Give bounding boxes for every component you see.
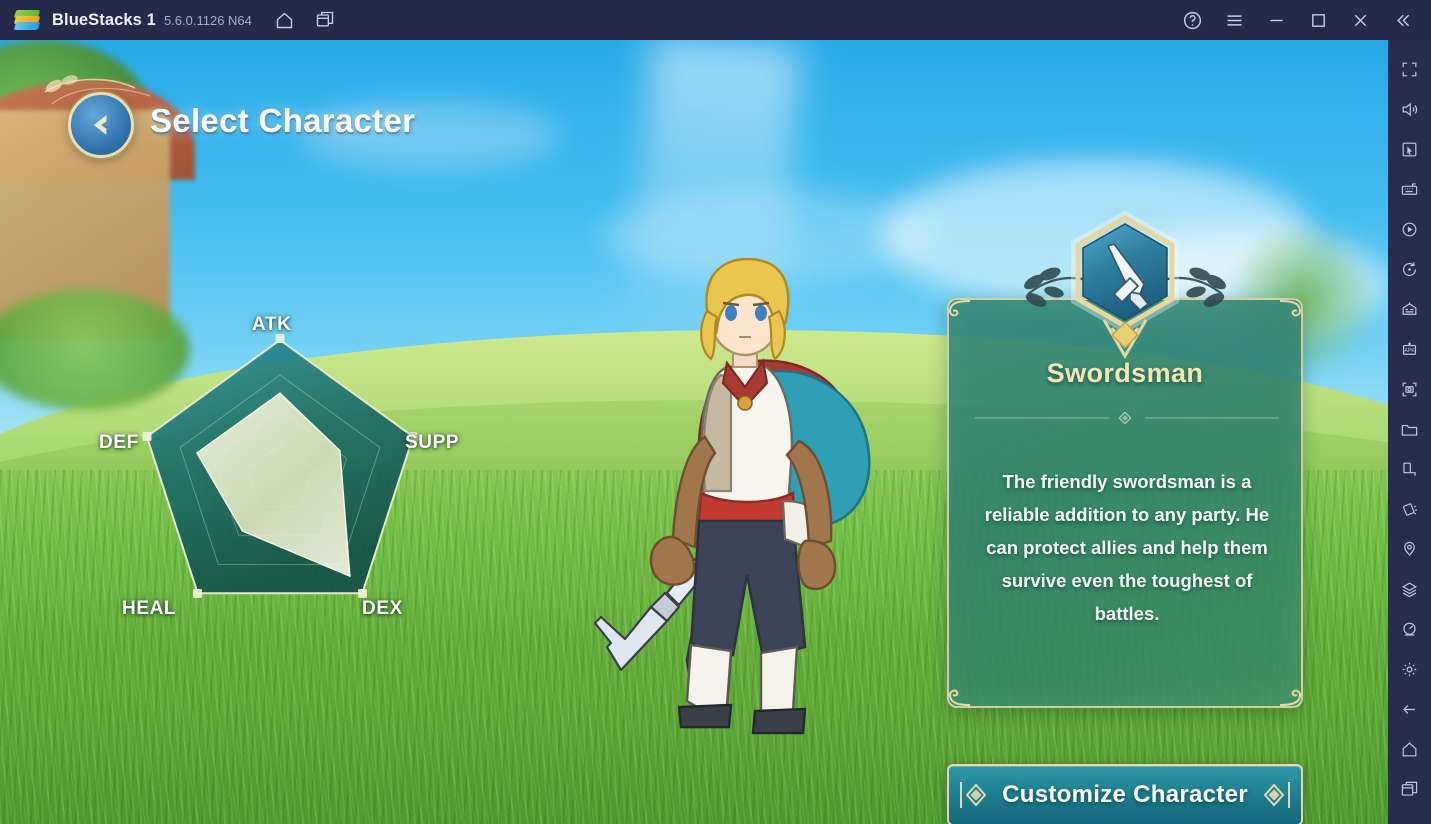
hamburger-menu-icon[interactable] xyxy=(1223,9,1245,31)
page-title: Select Character xyxy=(150,102,416,139)
collapse-sidebar-icon[interactable] xyxy=(1391,9,1413,31)
eye-right xyxy=(755,305,767,321)
volume-icon[interactable] xyxy=(1388,89,1431,129)
pants xyxy=(689,519,807,659)
media-folder-icon[interactable] xyxy=(1388,409,1431,449)
stats-radar-chart: ATK SUPP DEX HEAL DEF xyxy=(99,310,460,640)
close-icon[interactable] xyxy=(1349,9,1371,31)
eco-mode-icon[interactable] xyxy=(1388,569,1431,609)
back-nav-icon[interactable] xyxy=(1388,689,1431,729)
bluestacks-logo-icon xyxy=(13,7,41,33)
boots xyxy=(677,643,807,735)
character-model[interactable] xyxy=(555,255,905,775)
screenshot-icon[interactable] xyxy=(1388,369,1431,409)
home-nav-icon[interactable] xyxy=(1388,729,1431,769)
home-icon[interactable] xyxy=(274,9,296,31)
multi-instance-icon[interactable] xyxy=(314,9,336,31)
radar-axis-label-def: DEF xyxy=(99,432,139,453)
customize-character-button[interactable]: Customize Character xyxy=(947,764,1303,824)
button-ornament-left xyxy=(960,782,987,808)
minimize-icon[interactable] xyxy=(1265,9,1287,31)
eye-left xyxy=(725,305,737,321)
back-button[interactable] xyxy=(68,92,134,158)
app-version: 5.6.0.1126 N64 xyxy=(163,12,252,28)
title-bar: BlueStacks 1 5.6.0.1126 N64 xyxy=(0,0,1431,40)
keyboard-controls-icon[interactable] xyxy=(1388,169,1431,209)
pendant xyxy=(737,395,753,411)
character-info-panel: Swordsman The friendly swordsman is a re… xyxy=(947,298,1303,708)
install-apk-icon[interactable]: APK xyxy=(1388,329,1431,369)
section-divider xyxy=(975,412,1279,424)
cursor-icon[interactable] xyxy=(1388,129,1431,169)
game-viewport[interactable]: Select Character ATK SUPP DEX HEAL DEF S… xyxy=(0,40,1388,824)
maximize-icon[interactable] xyxy=(1307,9,1329,31)
chevron-left-icon xyxy=(93,115,107,135)
panel-corner-ornament xyxy=(1279,300,1302,317)
bluestacks-window: BlueStacks 1 5.6.0.1126 N64 Select Chara… xyxy=(0,0,1431,824)
copy-to-device-icon[interactable] xyxy=(1388,449,1431,489)
class-badge xyxy=(1010,208,1240,359)
svg-text:APK: APK xyxy=(1404,347,1415,353)
fullscreen-icon[interactable] xyxy=(1388,49,1431,89)
settings-gear-icon[interactable] xyxy=(1388,649,1431,689)
panel-corner-ornament xyxy=(948,689,971,706)
shake-icon[interactable] xyxy=(1388,489,1431,529)
radar-axis-label-atk: ATK xyxy=(252,314,292,335)
performance-meter-icon[interactable] xyxy=(1388,609,1431,649)
radar-axis-label-supp: SUPP xyxy=(405,432,460,453)
class-name: Swordsman xyxy=(1046,358,1204,388)
rotate-icon[interactable] xyxy=(1388,249,1431,289)
button-ornament-right xyxy=(1263,782,1290,808)
location-icon[interactable] xyxy=(1388,529,1431,569)
help-icon[interactable] xyxy=(1181,9,1203,31)
panel-corner-ornament xyxy=(948,300,971,317)
recents-nav-icon[interactable] xyxy=(1388,769,1431,809)
radar-axis-label-dex: DEX xyxy=(362,598,403,619)
class-description: The friendly swordsman is a reliable add… xyxy=(984,471,1270,624)
customize-character-label: Customize Character xyxy=(1002,781,1248,808)
multi-instance-manager-icon[interactable] xyxy=(1388,289,1431,329)
radar-axis-label-heal: HEAL xyxy=(122,598,177,619)
macro-recorder-icon[interactable] xyxy=(1388,209,1431,249)
app-title: BlueStacks 1 xyxy=(52,10,156,29)
bluestacks-sidebar: APK xyxy=(1388,40,1431,824)
